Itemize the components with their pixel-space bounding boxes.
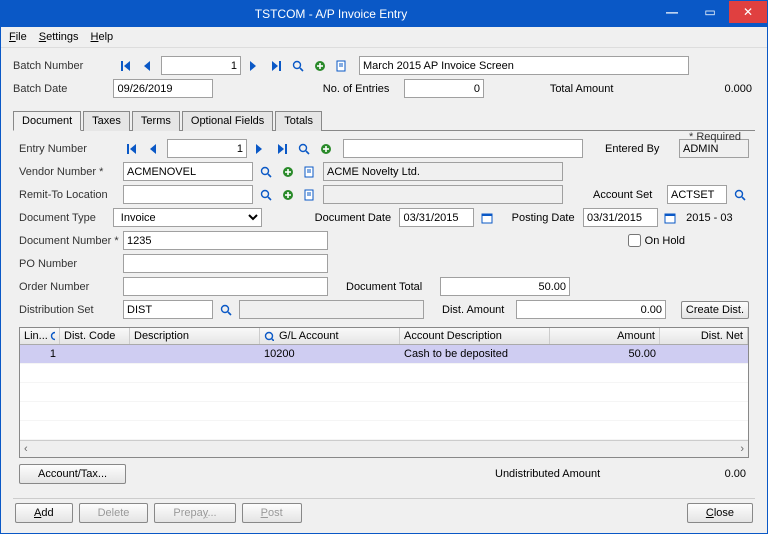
entry-last-icon[interactable] [273,140,291,158]
postdate-label: Posting Date [512,212,579,224]
remit-search-icon[interactable] [257,186,275,204]
menu-settings[interactable]: Settings [39,31,79,43]
entered-by-label: Entered By [605,143,675,155]
entry-number-input[interactable] [167,139,247,158]
entries-input [404,79,484,98]
postdate-input[interactable] [583,208,658,227]
acct-set-input[interactable] [667,185,727,204]
table-row[interactable]: 1 10200 Cash to be deposited 50.00 [20,345,748,363]
vendor-new-icon[interactable] [279,163,297,181]
postdate-cal-icon[interactable] [662,209,678,227]
tab-taxes[interactable]: Taxes [83,111,130,131]
batch-number-input[interactable] [161,56,241,75]
batch-date-label: Batch Date [13,83,109,95]
distset-input[interactable] [123,300,213,319]
doctotal-input[interactable] [440,277,570,296]
search-icon[interactable] [289,57,307,75]
entry-new-icon[interactable] [317,140,335,158]
window-title: TSTCOM - A/P Invoice Entry [9,7,653,21]
last-icon[interactable] [267,57,285,75]
docdate-cal-icon[interactable] [478,209,494,227]
docnum-input[interactable] [123,231,328,250]
batch-number-label: Batch Number [13,60,113,72]
acct-search-icon[interactable] [731,186,749,204]
menu-file[interactable]: File [9,31,27,43]
doctype-select[interactable]: Invoice [113,208,262,227]
po-label: PO Number [19,258,119,270]
distset-label: Distribution Set [19,304,119,316]
acct-set-label: Account Set [593,189,663,201]
tab-document[interactable]: Document [13,111,81,131]
vendor-doc-icon[interactable] [301,163,319,181]
menu-help[interactable]: Help [91,31,114,43]
distribution-grid[interactable]: Lin... Dist. Code Description G/L Accoun… [19,327,749,458]
undist-value [629,465,749,484]
close-window-button[interactable] [729,1,767,23]
required-label: * Required [689,131,741,143]
remit-doc-icon[interactable] [301,186,319,204]
horizontal-scrollbar[interactable]: ‹› [20,440,748,457]
distamt-label: Dist. Amount [442,304,512,316]
remit-new-icon[interactable] [279,186,297,204]
docdate-input[interactable] [399,208,474,227]
delete-button[interactable]: Delete [79,503,149,523]
post-button[interactable]: Post [242,503,302,523]
entry-next-icon[interactable] [251,140,269,158]
entry-desc-input[interactable] [343,139,583,158]
close-button[interactable]: Close [687,503,753,523]
vendor-label: Vendor Number * [19,166,119,178]
tab-terms[interactable]: Terms [132,111,180,131]
period-value: 2015 - 03 [686,212,749,224]
undist-label: Undistributed Amount [495,468,625,480]
tab-totals[interactable]: Totals [275,111,322,131]
create-dist-button[interactable]: Create Dist. [681,301,749,319]
order-label: Order Number [19,281,119,293]
account-tax-button[interactable]: Account/Tax... [19,464,126,484]
first-icon[interactable] [117,57,135,75]
vendor-input[interactable] [123,162,253,181]
entry-search-icon[interactable] [295,140,313,158]
po-input[interactable] [123,254,328,273]
distamt-input[interactable] [516,300,666,319]
add-button[interactable]: Add [15,503,73,523]
vendor-name [323,162,563,181]
entry-number-label: Entry Number [19,143,119,155]
doctotal-label: Document Total [346,281,436,293]
title-bar: TSTCOM - A/P Invoice Entry [1,1,767,27]
distset-desc [239,300,424,319]
entry-prev-icon[interactable] [145,140,163,158]
prepay-button[interactable]: Prepay... [154,503,235,523]
total-amount [635,79,755,98]
entries-label: No. of Entries [323,83,400,95]
order-input[interactable] [123,277,328,296]
distset-search-icon[interactable] [217,301,235,319]
remit-name [323,185,563,204]
docdate-label: Document Date [315,212,396,224]
remit-label: Remit-To Location [19,189,119,201]
onhold-checkbox[interactable]: On Hold [628,234,685,247]
vendor-search-icon[interactable] [257,163,275,181]
new-icon[interactable] [311,57,329,75]
next-icon[interactable] [245,57,263,75]
batch-date-input[interactable] [113,79,213,98]
tab-optional[interactable]: Optional Fields [182,111,273,131]
doc-icon[interactable] [333,57,351,75]
docnum-label: Document Number * [19,235,119,247]
prev-icon[interactable] [139,57,157,75]
batch-desc-input[interactable] [359,56,689,75]
entry-first-icon[interactable] [123,140,141,158]
menu-bar: File Settings Help [1,27,767,48]
doctype-label: Document Type [19,212,109,224]
total-label: Total Amount [550,83,627,95]
maximize-button[interactable] [691,1,729,23]
minimize-button[interactable] [653,1,691,23]
remit-input[interactable] [123,185,253,204]
